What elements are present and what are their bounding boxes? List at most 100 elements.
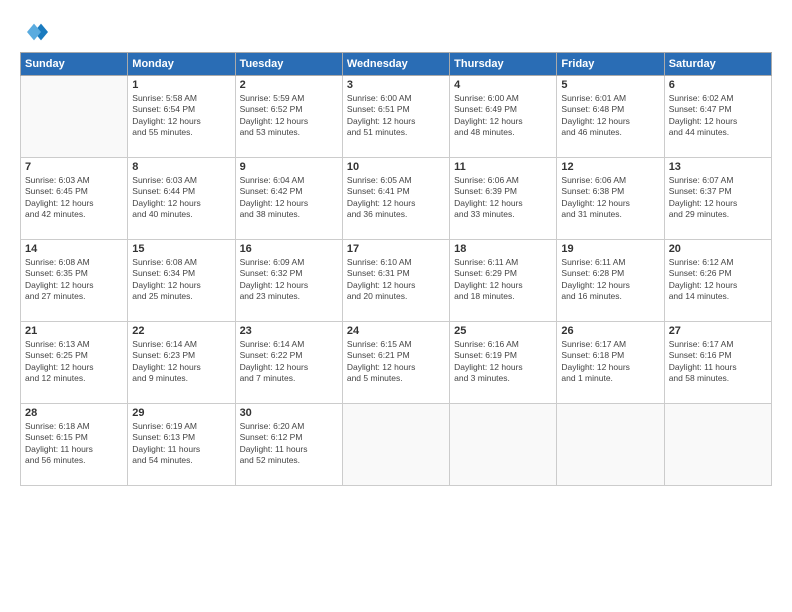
day-cell: 17 Sunrise: 6:10 AM Sunset: 6:31 PM Dayli… <box>342 240 449 322</box>
day-info: Sunrise: 6:06 AM Sunset: 6:38 PM Dayligh… <box>561 175 659 221</box>
col-header-tuesday: Tuesday <box>235 53 342 76</box>
day-cell: 30 Sunrise: 6:20 AM Sunset: 6:12 PM Dayli… <box>235 404 342 486</box>
day-cell: 12 Sunrise: 6:06 AM Sunset: 6:38 PM Dayli… <box>557 158 664 240</box>
day-cell <box>557 404 664 486</box>
day-info: Sunrise: 6:10 AM Sunset: 6:31 PM Dayligh… <box>347 257 445 303</box>
logo <box>20 18 52 46</box>
day-number: 13 <box>669 161 767 173</box>
day-info: Sunrise: 6:03 AM Sunset: 6:45 PM Dayligh… <box>25 175 123 221</box>
day-cell <box>342 404 449 486</box>
col-header-wednesday: Wednesday <box>342 53 449 76</box>
day-cell: 23 Sunrise: 6:14 AM Sunset: 6:22 PM Dayli… <box>235 322 342 404</box>
day-info: Sunrise: 6:13 AM Sunset: 6:25 PM Dayligh… <box>25 339 123 385</box>
day-cell: 18 Sunrise: 6:11 AM Sunset: 6:29 PM Dayli… <box>450 240 557 322</box>
day-number: 5 <box>561 79 659 91</box>
day-number: 30 <box>240 407 338 419</box>
day-info: Sunrise: 6:18 AM Sunset: 6:15 PM Dayligh… <box>25 421 123 467</box>
day-number: 18 <box>454 243 552 255</box>
day-info: Sunrise: 6:00 AM Sunset: 6:49 PM Dayligh… <box>454 93 552 139</box>
day-cell: 14 Sunrise: 6:08 AM Sunset: 6:35 PM Dayli… <box>21 240 128 322</box>
day-number: 28 <box>25 407 123 419</box>
day-number: 25 <box>454 325 552 337</box>
day-number: 9 <box>240 161 338 173</box>
day-cell <box>664 404 771 486</box>
week-row-3: 21 Sunrise: 6:13 AM Sunset: 6:25 PM Dayli… <box>21 322 772 404</box>
week-row-2: 14 Sunrise: 6:08 AM Sunset: 6:35 PM Dayli… <box>21 240 772 322</box>
day-info: Sunrise: 6:11 AM Sunset: 6:28 PM Dayligh… <box>561 257 659 303</box>
day-number: 1 <box>132 79 230 91</box>
day-info: Sunrise: 6:08 AM Sunset: 6:35 PM Dayligh… <box>25 257 123 303</box>
day-number: 23 <box>240 325 338 337</box>
day-info: Sunrise: 6:05 AM Sunset: 6:41 PM Dayligh… <box>347 175 445 221</box>
day-cell: 1 Sunrise: 5:58 AM Sunset: 6:54 PM Daylig… <box>128 76 235 158</box>
day-cell: 22Sunrise: 6:14 AM Sunset: 6:23 PM Dayli… <box>128 322 235 404</box>
day-cell: 10 Sunrise: 6:05 AM Sunset: 6:41 PM Dayli… <box>342 158 449 240</box>
day-cell: 15 Sunrise: 6:08 AM Sunset: 6:34 PM Dayli… <box>128 240 235 322</box>
day-number: 10 <box>347 161 445 173</box>
day-cell: 27Sunrise: 6:17 AM Sunset: 6:16 PM Dayli… <box>664 322 771 404</box>
day-number: 22 <box>132 325 230 337</box>
day-number: 15 <box>132 243 230 255</box>
calendar-header: SundayMondayTuesdayWednesdayThursdayFrid… <box>21 53 772 76</box>
day-cell: 7 Sunrise: 6:03 AM Sunset: 6:45 PM Daylig… <box>21 158 128 240</box>
week-row-1: 7 Sunrise: 6:03 AM Sunset: 6:45 PM Daylig… <box>21 158 772 240</box>
col-header-saturday: Saturday <box>664 53 771 76</box>
day-cell: 24 Sunrise: 6:15 AM Sunset: 6:21 PM Dayli… <box>342 322 449 404</box>
page: SundayMondayTuesdayWednesdayThursdayFrid… <box>0 0 792 612</box>
day-number: 26 <box>561 325 659 337</box>
day-number: 17 <box>347 243 445 255</box>
col-header-monday: Monday <box>128 53 235 76</box>
day-info: Sunrise: 6:14 AM Sunset: 6:22 PM Dayligh… <box>240 339 338 385</box>
day-number: 21 <box>25 325 123 337</box>
day-number: 7 <box>25 161 123 173</box>
day-info: Sunrise: 6:19 AM Sunset: 6:13 PM Dayligh… <box>132 421 230 467</box>
header <box>20 18 772 46</box>
day-info: Sunrise: 6:15 AM Sunset: 6:21 PM Dayligh… <box>347 339 445 385</box>
day-cell: 29 Sunrise: 6:19 AM Sunset: 6:13 PM Dayli… <box>128 404 235 486</box>
header-row: SundayMondayTuesdayWednesdayThursdayFrid… <box>21 53 772 76</box>
day-cell: 3 Sunrise: 6:00 AM Sunset: 6:51 PM Daylig… <box>342 76 449 158</box>
day-info: Sunrise: 5:58 AM Sunset: 6:54 PM Dayligh… <box>132 93 230 139</box>
day-cell: 11Sunrise: 6:06 AM Sunset: 6:39 PM Dayli… <box>450 158 557 240</box>
logo-icon <box>20 18 48 46</box>
calendar-table: SundayMondayTuesdayWednesdayThursdayFrid… <box>20 52 772 486</box>
day-number: 3 <box>347 79 445 91</box>
day-info: Sunrise: 6:16 AM Sunset: 6:19 PM Dayligh… <box>454 339 552 385</box>
day-info: Sunrise: 6:07 AM Sunset: 6:37 PM Dayligh… <box>669 175 767 221</box>
day-number: 24 <box>347 325 445 337</box>
day-number: 12 <box>561 161 659 173</box>
day-info: Sunrise: 6:00 AM Sunset: 6:51 PM Dayligh… <box>347 93 445 139</box>
day-info: Sunrise: 6:17 AM Sunset: 6:18 PM Dayligh… <box>561 339 659 385</box>
day-cell: 28 Sunrise: 6:18 AM Sunset: 6:15 PM Dayli… <box>21 404 128 486</box>
day-cell: 5 Sunrise: 6:01 AM Sunset: 6:48 PM Daylig… <box>557 76 664 158</box>
calendar-body: 1 Sunrise: 5:58 AM Sunset: 6:54 PM Daylig… <box>21 76 772 486</box>
day-cell: 19Sunrise: 6:11 AM Sunset: 6:28 PM Dayli… <box>557 240 664 322</box>
day-info: Sunrise: 6:11 AM Sunset: 6:29 PM Dayligh… <box>454 257 552 303</box>
day-number: 6 <box>669 79 767 91</box>
day-cell <box>21 76 128 158</box>
day-number: 16 <box>240 243 338 255</box>
day-cell: 4Sunrise: 6:00 AM Sunset: 6:49 PM Daylig… <box>450 76 557 158</box>
day-cell: 20 Sunrise: 6:12 AM Sunset: 6:26 PM Dayli… <box>664 240 771 322</box>
day-cell: 21 Sunrise: 6:13 AM Sunset: 6:25 PM Dayli… <box>21 322 128 404</box>
day-info: Sunrise: 6:01 AM Sunset: 6:48 PM Dayligh… <box>561 93 659 139</box>
day-info: Sunrise: 6:06 AM Sunset: 6:39 PM Dayligh… <box>454 175 552 221</box>
day-info: Sunrise: 6:08 AM Sunset: 6:34 PM Dayligh… <box>132 257 230 303</box>
day-info: Sunrise: 6:20 AM Sunset: 6:12 PM Dayligh… <box>240 421 338 467</box>
week-row-0: 1 Sunrise: 5:58 AM Sunset: 6:54 PM Daylig… <box>21 76 772 158</box>
day-info: Sunrise: 6:02 AM Sunset: 6:47 PM Dayligh… <box>669 93 767 139</box>
day-info: Sunrise: 6:12 AM Sunset: 6:26 PM Dayligh… <box>669 257 767 303</box>
day-cell: 9 Sunrise: 6:04 AM Sunset: 6:42 PM Daylig… <box>235 158 342 240</box>
col-header-sunday: Sunday <box>21 53 128 76</box>
col-header-thursday: Thursday <box>450 53 557 76</box>
day-info: Sunrise: 5:59 AM Sunset: 6:52 PM Dayligh… <box>240 93 338 139</box>
day-number: 20 <box>669 243 767 255</box>
day-info: Sunrise: 6:03 AM Sunset: 6:44 PM Dayligh… <box>132 175 230 221</box>
day-cell: 16 Sunrise: 6:09 AM Sunset: 6:32 PM Dayli… <box>235 240 342 322</box>
day-info: Sunrise: 6:09 AM Sunset: 6:32 PM Dayligh… <box>240 257 338 303</box>
day-number: 27 <box>669 325 767 337</box>
day-number: 14 <box>25 243 123 255</box>
day-number: 29 <box>132 407 230 419</box>
day-number: 2 <box>240 79 338 91</box>
day-info: Sunrise: 6:04 AM Sunset: 6:42 PM Dayligh… <box>240 175 338 221</box>
